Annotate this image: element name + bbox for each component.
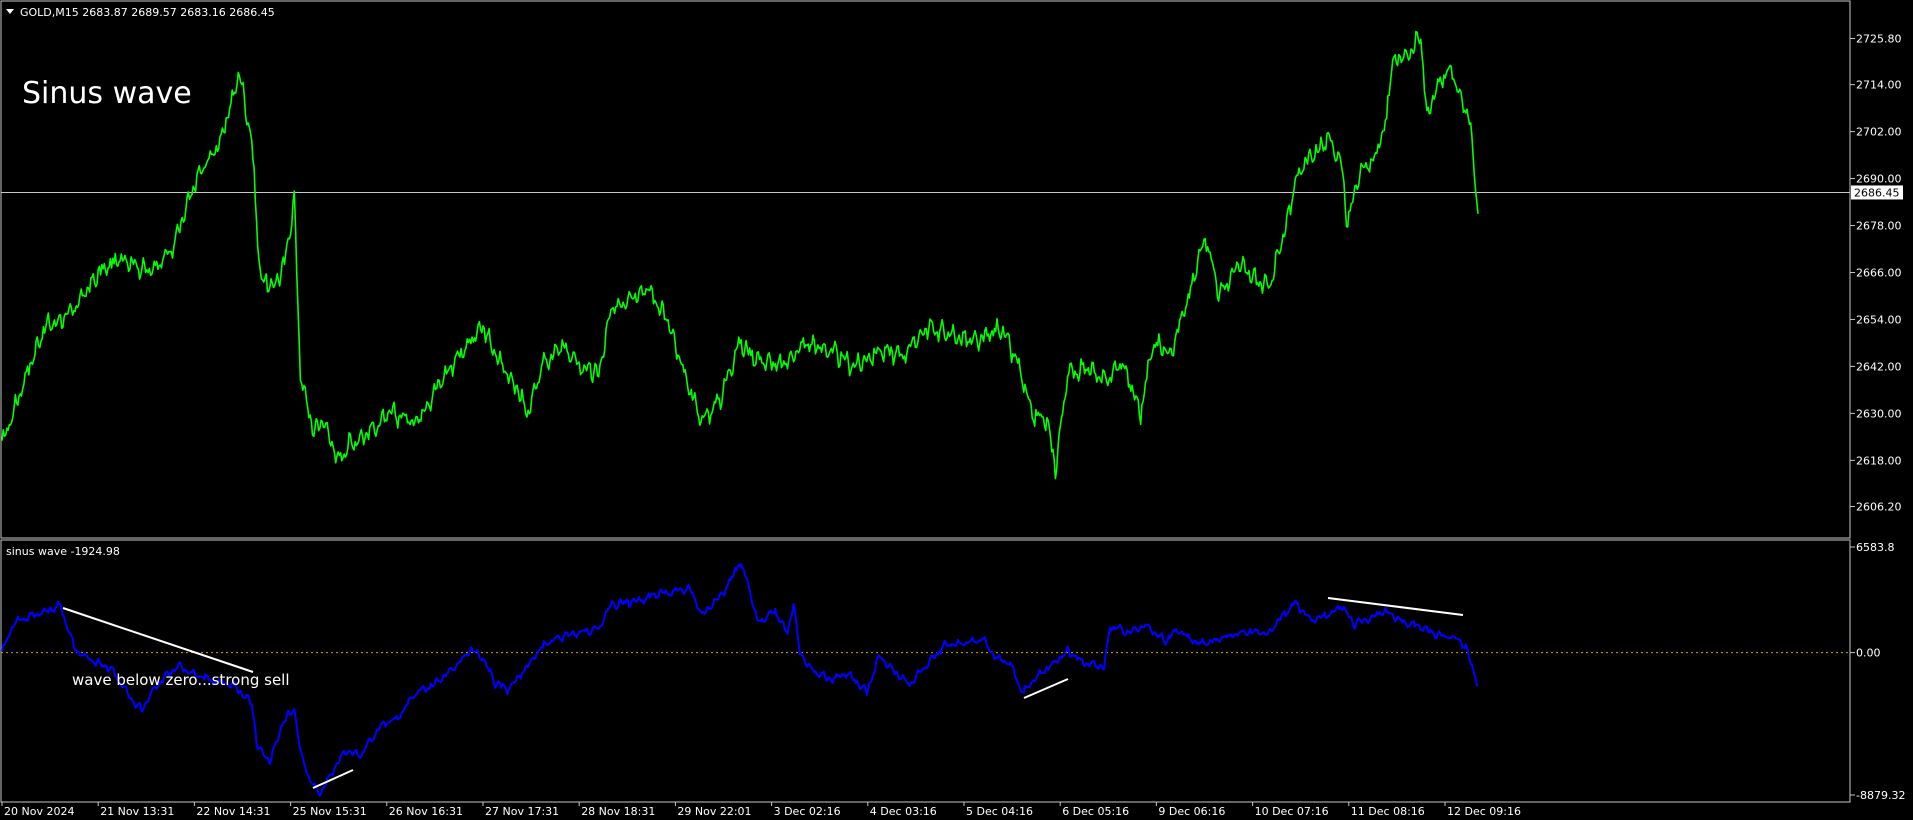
chart-window[interactable]: GOLD,M15 2683.87 2689.57 2683.16 2686.45… — [0, 0, 1913, 820]
time-tick-label: 3 Dec 02:16 — [774, 805, 841, 818]
time-tick-label: 25 Nov 15:31 — [293, 805, 367, 818]
price-y-tick-label: 2666.00 — [1856, 267, 1902, 280]
price-y-tick-label: 2642.00 — [1856, 360, 1902, 373]
time-tick-label: 22 Nov 14:31 — [196, 805, 270, 818]
price-y-tick-label: 2630.00 — [1856, 407, 1902, 420]
price-y-tick-label: 2606.20 — [1856, 501, 1902, 514]
price-y-tick-label: 2690.00 — [1856, 173, 1902, 186]
time-tick-label: 10 Dec 07:16 — [1255, 805, 1329, 818]
price-y-tick-label: 2678.00 — [1856, 220, 1902, 233]
time-tick-label: 20 Nov 2024 — [4, 805, 74, 818]
price-y-tick-label: 2702.00 — [1856, 126, 1902, 139]
price-y-tick-label: 2654.00 — [1856, 313, 1902, 326]
price-y-tick-label: 2618.00 — [1856, 454, 1902, 467]
time-tick-label: 9 Dec 06:16 — [1158, 805, 1225, 818]
indicator-header: sinus wave -1924.98 — [6, 545, 120, 558]
time-tick-label: 27 Nov 17:31 — [485, 805, 559, 818]
annotation-text: wave below zero...strong sell — [72, 671, 290, 689]
time-tick-label: 12 Dec 09:16 — [1447, 805, 1521, 818]
time-tick-label: 4 Dec 03:16 — [870, 805, 937, 818]
time-tick-label: 5 Dec 04:16 — [966, 805, 1033, 818]
current-price-tag: 2686.45 — [1851, 185, 1903, 200]
chart-background — [0, 0, 1913, 820]
current-price-label: 2686.45 — [1854, 186, 1900, 199]
time-tick-label: 6 Dec 05:16 — [1062, 805, 1129, 818]
price-y-tick-label: 2725.80 — [1856, 32, 1902, 45]
chart-title-text: Sinus wave — [22, 76, 192, 111]
time-tick-label: 11 Dec 08:16 — [1351, 805, 1425, 818]
time-tick-label: 29 Nov 22:01 — [677, 805, 751, 818]
symbol-header: GOLD,M15 2683.87 2689.57 2683.16 2686.45 — [20, 6, 275, 19]
price-y-tick-label: 2714.00 — [1856, 79, 1902, 92]
indicator-y-tick-label: 0.00 — [1856, 647, 1881, 660]
time-tick-label: 28 Nov 18:31 — [581, 805, 655, 818]
indicator-y-tick-label: 6583.8 — [1856, 541, 1895, 554]
time-tick-label: 21 Nov 13:31 — [100, 805, 174, 818]
indicator-y-tick-label: -8879.32 — [1856, 789, 1905, 802]
time-tick-label: 26 Nov 16:31 — [389, 805, 463, 818]
